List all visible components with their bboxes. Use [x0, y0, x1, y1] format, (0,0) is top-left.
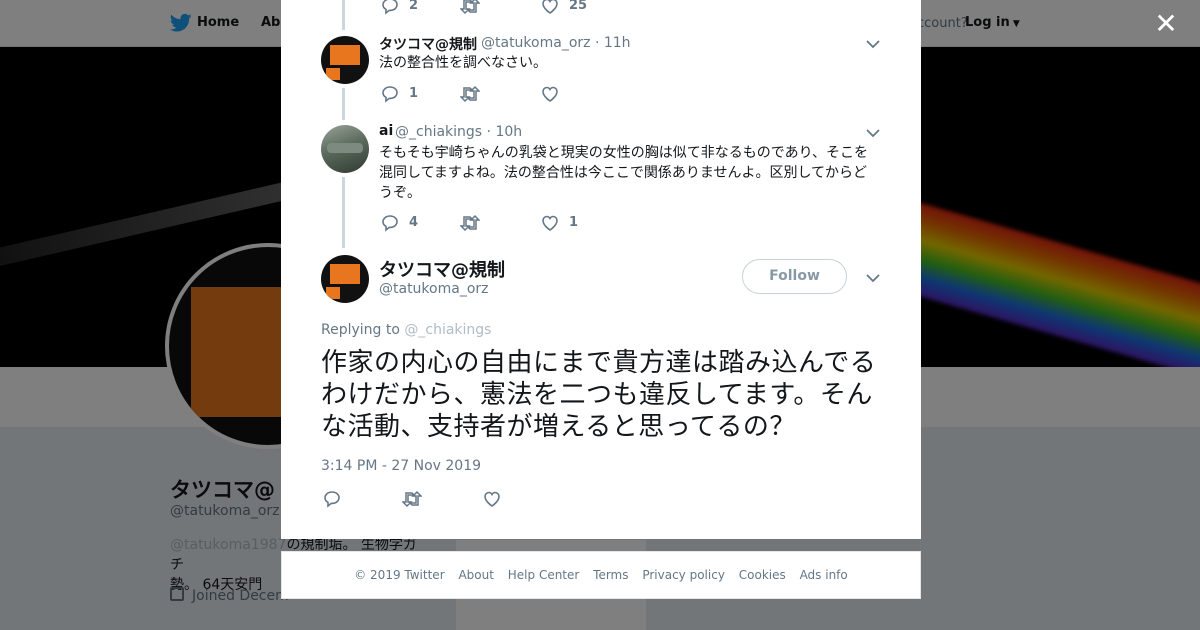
like-count: 1: [569, 215, 579, 230]
thread-connector-line: [342, 88, 345, 120]
footer-link-help-center[interactable]: Help Center: [508, 568, 580, 582]
tweet-author-handle[interactable]: @_chiakings · 10h: [395, 124, 522, 140]
heart-icon: [542, 86, 558, 102]
reply-icon: [324, 491, 340, 508]
footer-copyright: © 2019 Twitter: [354, 568, 445, 582]
replying-prefix: Replying to: [321, 322, 400, 338]
avatar-art: [330, 264, 360, 284]
tweet-modal: 2 25 タツコマ@規制 @tatukoma_orz · 11h 法の整合性を調…: [281, 0, 921, 539]
footer-links: © 2019 Twitter About Help Center Terms P…: [282, 568, 920, 582]
reply-button[interactable]: [381, 214, 399, 232]
main-tweet-author-name[interactable]: タツコマ@規制: [379, 256, 505, 282]
reply-icon: [382, 215, 398, 232]
reply-count: 4: [409, 215, 419, 230]
retweet-button[interactable]: [460, 0, 480, 15]
retweet-icon: [460, 85, 480, 103]
handle-text: @tatukoma_orz: [481, 35, 591, 51]
retweet-icon: [460, 214, 480, 232]
tweet-text: そもそも宇崎ちゃんの乳袋と現実の女性の胸は似て非なるものであり、そこを混同してま…: [379, 145, 869, 201]
like-button[interactable]: [541, 85, 559, 103]
reply-icon: [382, 0, 398, 15]
thread-connector-line: [342, 0, 345, 30]
like-count: 25: [569, 0, 588, 13]
tweet-author-name[interactable]: ai: [379, 123, 393, 139]
chevron-down-icon[interactable]: [865, 127, 881, 139]
like-button[interactable]: [541, 0, 559, 15]
like-button[interactable]: [541, 214, 559, 232]
reply-count: 2: [409, 0, 419, 13]
chevron-down-icon[interactable]: [865, 272, 881, 284]
handle-text: @_chiakings: [395, 124, 483, 140]
tweet-text: 法の整合性を調べなさい。: [379, 55, 547, 71]
reply-icon: [382, 86, 398, 103]
footer-link-ads-info[interactable]: Ads info: [800, 568, 848, 582]
main-tweet-timestamp[interactable]: 3:14 PM - 27 Nov 2019: [321, 458, 481, 474]
tweet-avatar[interactable]: [321, 36, 369, 84]
reply-button[interactable]: [381, 0, 399, 15]
footer-link-terms[interactable]: Terms: [593, 568, 628, 582]
footer-link-about[interactable]: About: [458, 568, 493, 582]
like-button[interactable]: [483, 490, 501, 508]
heart-icon: [542, 0, 558, 14]
reply-count: 1: [409, 86, 419, 101]
thread-connector-line: [342, 177, 345, 248]
replying-to-link[interactable]: @_chiakings: [404, 322, 491, 338]
avatar-art: [326, 287, 340, 299]
tweet-avatar[interactable]: [321, 125, 369, 173]
reply-button[interactable]: [381, 85, 399, 103]
avatar-art: [327, 143, 363, 153]
modal-footer: © 2019 Twitter About Help Center Terms P…: [281, 551, 921, 599]
retweet-button[interactable]: [460, 214, 480, 232]
follow-button[interactable]: Follow: [742, 259, 847, 294]
tweet-author-handle[interactable]: @tatukoma_orz · 11h: [481, 35, 631, 51]
footer-link-cookies[interactable]: Cookies: [739, 568, 786, 582]
avatar-art: [330, 45, 360, 65]
main-tweet-author-handle[interactable]: @tatukoma_orz: [379, 281, 489, 297]
avatar-art: [326, 68, 340, 80]
main-tweet-avatar[interactable]: [321, 255, 369, 303]
main-tweet-text: 作家の内心の自由にまで貴方達は踏み込んでるわけだから、憲法を二つも違反してます。…: [321, 348, 877, 442]
retweet-button[interactable]: [402, 490, 422, 508]
heart-icon: [542, 215, 558, 231]
close-modal-button[interactable]: ✕: [1152, 10, 1180, 38]
chevron-down-icon[interactable]: [865, 38, 881, 50]
tweet-author-name[interactable]: タツコマ@規制: [379, 34, 477, 54]
reply-button[interactable]: [323, 490, 341, 508]
tweet-time[interactable]: 11h: [604, 35, 631, 51]
retweet-button[interactable]: [460, 85, 480, 103]
footer-link-privacy[interactable]: Privacy policy: [642, 568, 725, 582]
retweet-icon: [460, 0, 480, 15]
retweet-icon: [402, 490, 422, 508]
heart-icon: [484, 491, 500, 507]
tweet-time[interactable]: 10h: [495, 124, 522, 140]
replying-to: Replying to @_chiakings: [321, 322, 491, 338]
